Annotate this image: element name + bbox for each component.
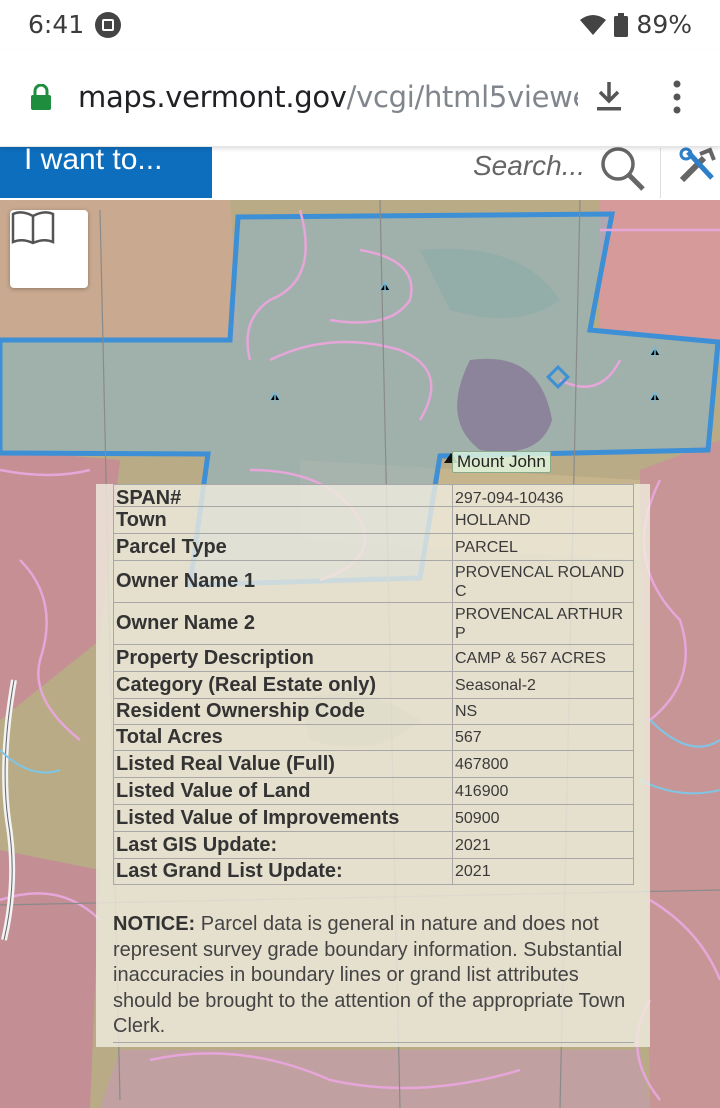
parcel-notice: NOTICE: Parcel data is general in nature… (113, 912, 634, 1043)
attribute-value: 297-094-10436 (452, 484, 634, 507)
notice-label: NOTICE: (113, 913, 196, 935)
wifi-icon (580, 14, 607, 35)
table-row: SPAN# 297-094-10436 (113, 484, 634, 508)
attribute-value: 2021 (452, 858, 634, 885)
attribute-value: 50900 (452, 804, 634, 832)
table-row: Listed Value of Land 416900 (113, 777, 634, 805)
book-icon (11, 211, 55, 245)
table-row: Category (Real Estate only) Seasonal-2 (113, 671, 634, 699)
url-path: /vcgi/html5viewer/? (346, 80, 578, 114)
attribute-name: Town (113, 506, 453, 534)
table-row: Owner Name 1 PROVENCAL ROLAND C (113, 560, 634, 603)
attribute-name: Last Grand List Update: (113, 858, 453, 885)
attribute-value: Seasonal-2 (452, 671, 634, 699)
browser-url-bar: maps.vermont.gov/vcgi/html5viewer/? (0, 50, 720, 147)
attribute-value: 567 (452, 724, 634, 751)
attribute-name: SPAN# (113, 484, 453, 508)
parcel-attributes-body: SPAN# 297-094-10436 Town HOLLAND Parcel Type… (113, 484, 634, 885)
attribute-value: 416900 (452, 777, 634, 805)
table-row: Last GIS Update: 2021 (113, 831, 634, 859)
peak-label: Mount John (452, 451, 551, 473)
i-want-to-button[interactable]: I want to... (0, 146, 212, 198)
attribute-name: Last GIS Update: (113, 831, 453, 859)
attribute-value: CAMP & 567 ACRES (452, 644, 634, 672)
table-row: Total Acres 567 (113, 724, 634, 751)
attribute-name: Parcel Type (113, 533, 453, 561)
overflow-menu-icon[interactable] (670, 80, 684, 119)
attribute-name: Listed Value of Land (113, 777, 453, 805)
table-row: Town HOLLAND (113, 506, 634, 534)
attribute-name: Total Acres (113, 724, 453, 751)
attribute-name: Category (Real Estate only) (113, 671, 453, 699)
table-row: Listed Real Value (Full) 467800 (113, 750, 634, 778)
lock-icon[interactable] (30, 83, 52, 115)
toolbar-divider (660, 148, 661, 198)
parcel-attributes-table: SPAN# 297-094-10436 Town HOLLAND Parcel Type… (113, 484, 634, 885)
attribute-value: 467800 (452, 750, 634, 778)
search-input[interactable]: Search... (473, 150, 585, 182)
attribute-name: Property Description (113, 644, 453, 672)
notification-icon (95, 12, 121, 38)
download-icon[interactable] (596, 80, 622, 117)
attribute-name: Owner Name 1 (113, 560, 453, 603)
table-row: Parcel Type PARCEL (113, 533, 634, 561)
attribute-name: Resident Ownership Code (113, 698, 453, 725)
attribute-value: 2021 (452, 831, 634, 859)
attribute-name: Listed Value of Improvements (113, 804, 453, 832)
search-icon[interactable] (598, 142, 648, 197)
status-right: 89% (580, 10, 692, 39)
table-row: Listed Value of Improvements 50900 (113, 804, 634, 832)
table-row: Owner Name 2 PROVENCAL ARTHUR P (113, 602, 634, 645)
battery-icon (614, 12, 629, 37)
attribute-value: PARCEL (452, 533, 634, 561)
attribute-value: PROVENCAL ARTHUR P (452, 602, 634, 645)
table-row: Last Grand List Update: 2021 (113, 858, 634, 885)
url-text[interactable]: maps.vermont.gov/vcgi/html5viewer/? (78, 80, 578, 114)
status-time: 6:41 (28, 10, 85, 39)
attribute-value: PROVENCAL ROLAND C (452, 560, 634, 603)
attribute-name: Owner Name 2 (113, 602, 453, 645)
legend-button[interactable] (10, 210, 88, 288)
table-row: Resident Ownership Code NS (113, 698, 634, 725)
attribute-value: NS (452, 698, 634, 725)
table-row: Property Description CAMP & 567 ACRES (113, 644, 634, 672)
url-host: maps.vermont.gov (78, 80, 347, 114)
status-bar: 6:41 89% (0, 0, 720, 50)
tools-icon[interactable] (676, 146, 720, 191)
battery-percent: 89% (636, 10, 692, 39)
parcel-info-panel: SPAN# 297-094-10436 Town HOLLAND Parcel Type… (96, 484, 650, 1047)
attribute-name: Listed Real Value (Full) (113, 750, 453, 778)
attribute-value: HOLLAND (452, 506, 634, 534)
